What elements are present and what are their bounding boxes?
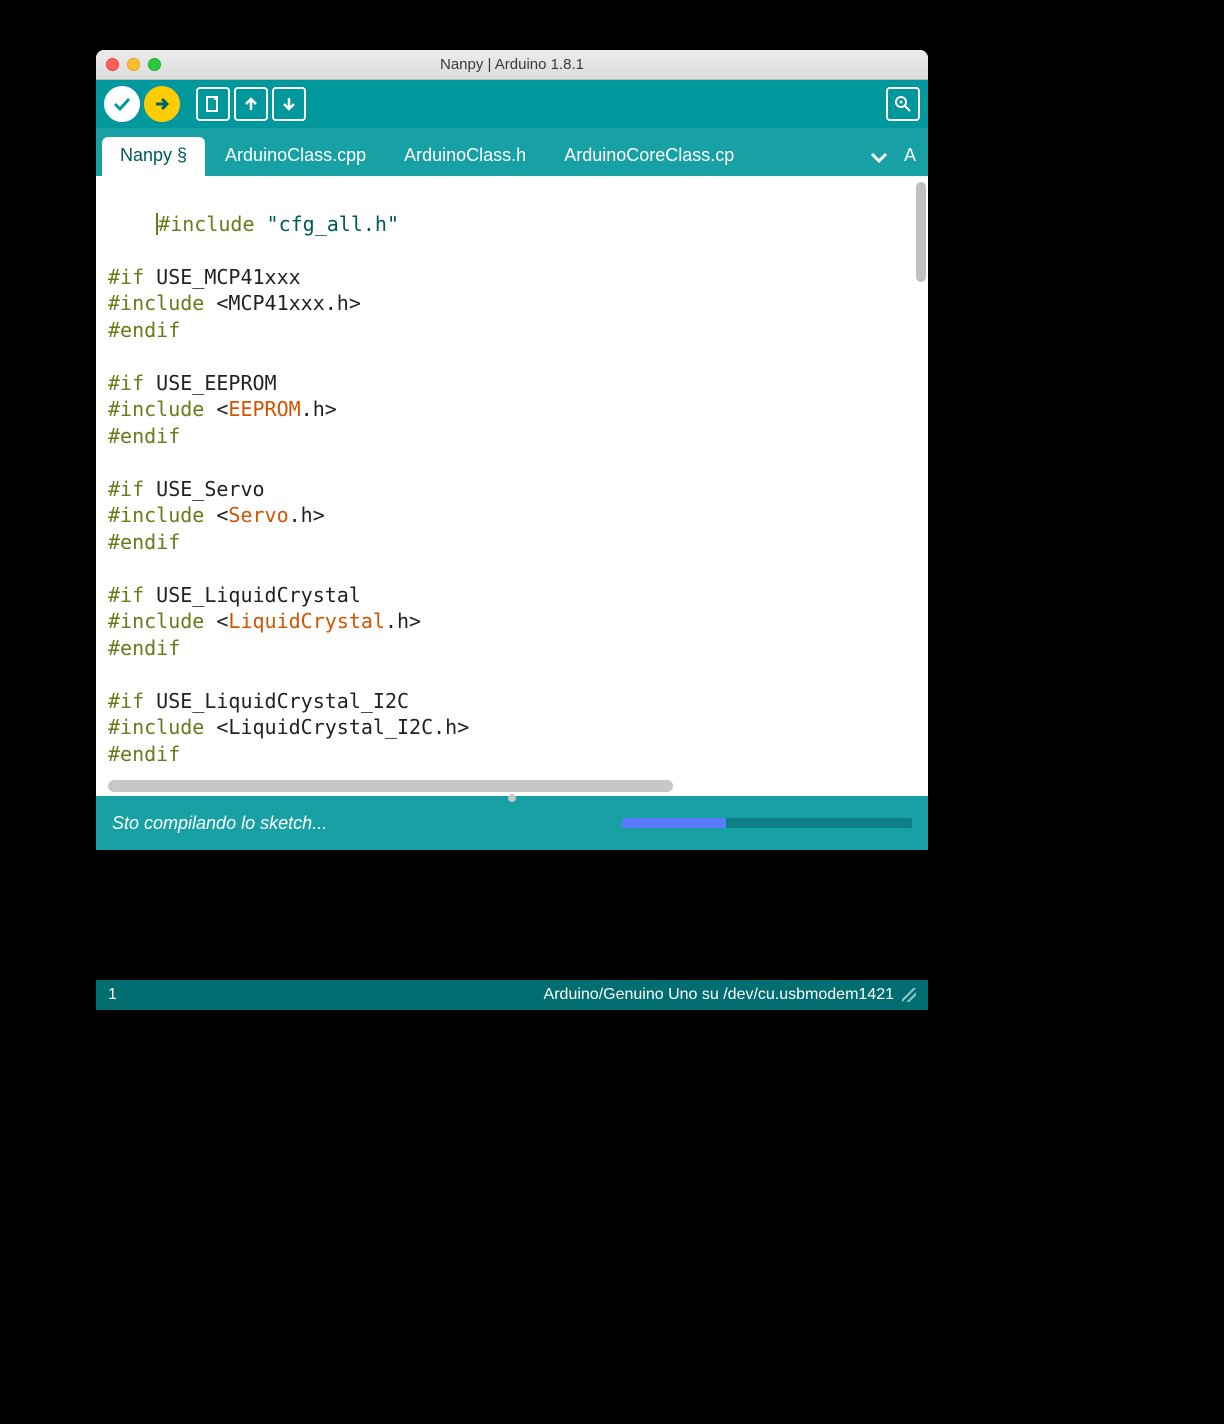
progress-bar-track bbox=[622, 818, 912, 828]
tab-bar: Nanpy § ArduinoClass.cpp ArduinoClass.h Ard… bbox=[96, 128, 928, 176]
new-button[interactable] bbox=[196, 87, 230, 121]
window-title: Nanpy | Arduino 1.8.1 bbox=[96, 56, 928, 73]
code-token: LiquidCrystal bbox=[228, 609, 385, 633]
tab-label: Nanpy § bbox=[120, 145, 187, 165]
code-token: Servo bbox=[228, 503, 288, 527]
tab-arduinoclass-h[interactable]: ArduinoClass.h bbox=[386, 137, 544, 176]
code-token bbox=[255, 212, 267, 236]
verify-button[interactable] bbox=[104, 86, 140, 122]
code-token: #if bbox=[108, 371, 144, 395]
status-bar: Sto compilando lo sketch... bbox=[96, 796, 928, 850]
resize-grip-icon[interactable] bbox=[902, 988, 916, 1002]
code-token: #endif bbox=[108, 636, 180, 660]
code-token: #endif bbox=[108, 424, 180, 448]
check-icon bbox=[112, 94, 132, 114]
tab-label: ArduinoClass.h bbox=[404, 145, 526, 165]
console-output[interactable] bbox=[96, 850, 928, 980]
code-token: #if bbox=[108, 583, 144, 607]
code-token: < bbox=[204, 397, 228, 421]
line-number: 1 bbox=[108, 986, 117, 1004]
code-token: #if bbox=[108, 689, 144, 713]
board-info: Arduino/Genuino Uno su /dev/cu.usbmodem1… bbox=[544, 986, 894, 1004]
code-token: #if bbox=[108, 477, 144, 501]
vertical-scrollbar[interactable] bbox=[916, 182, 926, 282]
horizontal-scrollbar-track bbox=[96, 776, 928, 796]
code-token: #include bbox=[108, 609, 204, 633]
serial-monitor-button[interactable] bbox=[886, 87, 920, 121]
code-token: < bbox=[204, 609, 228, 633]
code-token: USE_Servo bbox=[144, 477, 264, 501]
code-token: #endif bbox=[108, 530, 180, 554]
horizontal-scrollbar[interactable] bbox=[108, 780, 673, 792]
file-icon bbox=[204, 95, 222, 113]
code-token: USE_MCP41xxx bbox=[144, 265, 301, 289]
code-token: #include bbox=[108, 503, 204, 527]
code-token: USE_LiquidCrystal bbox=[144, 583, 361, 607]
save-button[interactable] bbox=[272, 87, 306, 121]
code-token: #include bbox=[108, 291, 204, 315]
titlebar: Nanpy | Arduino 1.8.1 bbox=[96, 50, 928, 80]
code-token: <LiquidCrystal_I2C.h> bbox=[204, 715, 469, 739]
tab-nanpy-[interactable]: Nanpy § bbox=[102, 137, 205, 176]
arrow-up-icon bbox=[242, 95, 260, 113]
status-message: Sto compilando lo sketch... bbox=[112, 813, 327, 834]
tab-arduinoclass-cpp[interactable]: ArduinoClass.cpp bbox=[207, 137, 384, 176]
code-token: .h> bbox=[289, 503, 325, 527]
chevron-down-icon bbox=[870, 152, 888, 164]
code-token: <MCP41xxx.h> bbox=[204, 291, 361, 315]
tab-overflow-button[interactable] bbox=[860, 138, 898, 176]
code-token: .h> bbox=[385, 609, 421, 633]
code-token: EEPROM bbox=[228, 397, 300, 421]
upload-button[interactable] bbox=[144, 86, 180, 122]
code-token: USE_LiquidCrystal_I2C bbox=[144, 689, 409, 713]
arrow-right-icon bbox=[152, 94, 172, 114]
code-token: #include bbox=[158, 212, 254, 236]
code-token: #endif bbox=[108, 742, 180, 766]
code-token: #include bbox=[108, 397, 204, 421]
tab-label: ArduinoCoreClass.cp bbox=[564, 145, 734, 165]
code-token: #endif bbox=[108, 318, 180, 342]
toolbar bbox=[96, 80, 928, 128]
tab-label: ArduinoClass.cpp bbox=[225, 145, 366, 165]
magnifier-icon bbox=[893, 94, 913, 114]
tab-truncated-hint: A bbox=[900, 137, 922, 176]
code-token: #include bbox=[108, 715, 204, 739]
resize-handle-icon[interactable] bbox=[508, 794, 516, 802]
code-token: < bbox=[204, 503, 228, 527]
code-token: #if bbox=[108, 265, 144, 289]
tab-arduinocoreclass-cp[interactable]: ArduinoCoreClass.cp bbox=[546, 137, 752, 176]
footer-bar: 1 Arduino/Genuino Uno su /dev/cu.usbmode… bbox=[96, 980, 928, 1010]
code-editor[interactable]: #include "cfg_all.h" #if USE_MCP41xxx #i… bbox=[96, 176, 928, 776]
progress-bar-fill bbox=[622, 818, 726, 828]
open-button[interactable] bbox=[234, 87, 268, 121]
code-token: USE_EEPROM bbox=[144, 371, 276, 395]
app-window: Nanpy | Arduino 1.8.1 Nanpy § ArduinoClas… bbox=[96, 50, 928, 1010]
code-token: "cfg_all.h" bbox=[267, 212, 399, 236]
code-token: .h> bbox=[301, 397, 337, 421]
arrow-down-icon bbox=[280, 95, 298, 113]
